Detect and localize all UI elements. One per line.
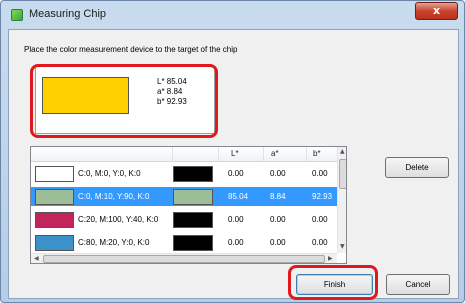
row-b-value: 0.00 <box>312 238 328 247</box>
chip-cmyk-label: C:20, M:100, Y:40, K:0 <box>78 215 159 224</box>
app-icon <box>11 9 23 21</box>
measured-color-cell <box>173 212 213 228</box>
horizontal-scroll-thumb[interactable] <box>43 255 325 263</box>
scroll-right-arrow-icon[interactable]: ▶ <box>328 255 333 262</box>
window-title: Measuring Chip <box>29 8 107 20</box>
measured-color-cell <box>173 235 213 251</box>
instruction-text: Place the color measurement device to th… <box>24 45 238 54</box>
chip-cmyk-label: C:0, M:0, Y:0, K:0 <box>78 169 141 178</box>
chip-cmyk-label: C:0, M:10, Y:90, K:0 <box>78 192 150 201</box>
header-divider <box>263 147 264 162</box>
lab-l-value: L* 85.04 <box>157 77 187 86</box>
row-b-value: 92.93 <box>312 192 333 201</box>
row-l-value: 0.00 <box>228 215 244 224</box>
chip-table[interactable]: L* a* b* C:0, M:0, Y:0, K:0 0.00 0.00 0.… <box>30 146 347 264</box>
finish-button[interactable]: Finish <box>296 274 373 295</box>
row-b-value: 0.00 <box>312 169 328 178</box>
table-row[interactable]: C:80, M:20, Y:0, K:0 0.00 0.00 0.00 <box>31 233 337 252</box>
measured-color-swatch <box>42 77 129 114</box>
header-b[interactable]: b* <box>313 149 321 158</box>
row-a-value: 8.84 <box>270 192 286 201</box>
row-a-value: 0.00 <box>270 169 286 178</box>
lab-readout: L* 85.04 a* 8.84 b* 92.93 <box>157 77 187 107</box>
row-b-value: 0.00 <box>312 215 328 224</box>
chip-color-swatch <box>35 166 74 182</box>
vertical-scroll-thumb[interactable] <box>339 159 346 189</box>
chip-color-swatch <box>35 189 74 205</box>
lab-a-value: a* 8.84 <box>157 87 183 96</box>
table-row[interactable]: C:0, M:10, Y:90, K:0 85.04 8.84 92.93 <box>31 187 337 206</box>
vertical-scrollbar[interactable]: ▲ ▼ <box>337 147 346 253</box>
table-row[interactable]: C:0, M:0, Y:0, K:0 0.00 0.00 0.00 <box>31 164 337 183</box>
horizontal-scrollbar[interactable]: ◀ ▶ <box>31 253 337 263</box>
header-l[interactable]: L* <box>231 149 239 158</box>
scroll-down-arrow-icon[interactable]: ▼ <box>340 243 345 250</box>
delete-button[interactable]: Delete <box>385 157 449 178</box>
close-button[interactable]: x <box>415 2 458 20</box>
row-a-value: 0.00 <box>270 215 286 224</box>
measured-color-cell <box>173 166 213 182</box>
row-a-value: 0.00 <box>270 238 286 247</box>
row-l-value: 85.04 <box>228 192 249 201</box>
chip-color-swatch <box>35 235 74 251</box>
chip-cmyk-label: C:80, M:20, Y:0, K:0 <box>78 238 150 247</box>
row-l-value: 0.00 <box>228 238 244 247</box>
scroll-up-arrow-icon[interactable]: ▲ <box>340 148 345 155</box>
header-a[interactable]: a* <box>271 149 279 158</box>
title-bar[interactable]: Measuring Chip x <box>1 1 464 28</box>
header-divider <box>306 147 307 162</box>
chip-color-swatch <box>35 212 74 228</box>
table-header: L* a* b* <box>31 147 337 162</box>
cancel-button[interactable]: Cancel <box>386 274 450 295</box>
measured-color-cell <box>173 189 213 205</box>
header-divider <box>218 147 219 162</box>
scroll-left-arrow-icon[interactable]: ◀ <box>34 255 39 262</box>
row-l-value: 0.00 <box>228 169 244 178</box>
header-divider <box>172 147 173 162</box>
table-row[interactable]: C:20, M:100, Y:40, K:0 0.00 0.00 0.00 <box>31 210 337 229</box>
lab-b-value: b* 92.93 <box>157 97 187 106</box>
